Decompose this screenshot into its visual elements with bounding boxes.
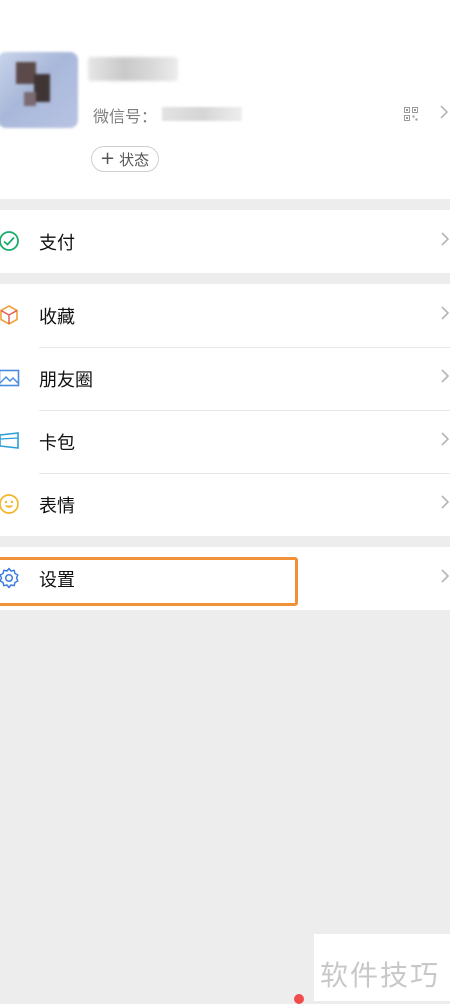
image-icon bbox=[0, 367, 20, 389]
profile-header[interactable]: 微信号： + 状态 bbox=[0, 0, 450, 199]
chevron-right-icon bbox=[441, 232, 449, 246]
smiley-icon bbox=[0, 493, 20, 515]
menu-item-cards[interactable]: 卡包 bbox=[0, 410, 450, 473]
chevron-right-icon bbox=[441, 432, 449, 446]
menu-item-moments[interactable]: 朋友圈 bbox=[0, 347, 450, 410]
chevron-right-icon bbox=[440, 104, 449, 123]
chevron-right-icon bbox=[441, 569, 449, 583]
watermark: 软件技巧 bbox=[314, 934, 450, 1001]
qr-code-icon[interactable] bbox=[404, 106, 418, 121]
menu-item-label: 卡包 bbox=[39, 433, 75, 454]
menu-item-stickers[interactable]: 表情 bbox=[0, 473, 450, 536]
menu-item-label: 表情 bbox=[39, 496, 75, 517]
plus-icon: + bbox=[100, 148, 116, 169]
cube-icon bbox=[0, 304, 20, 326]
avatar[interactable] bbox=[0, 52, 78, 128]
menu-item-favorites[interactable]: 收藏 bbox=[0, 284, 450, 347]
menu-group-main: 收藏 朋友圈 卡包 表情 bbox=[0, 284, 450, 536]
notification-dot bbox=[294, 994, 304, 1004]
nickname-blurred bbox=[88, 57, 178, 81]
chevron-right-icon bbox=[441, 369, 449, 383]
wechat-id-label: 微信号： bbox=[93, 107, 158, 126]
menu-item-label: 朋友圈 bbox=[39, 370, 93, 391]
menu-item-label: 支付 bbox=[39, 233, 75, 254]
wechat-id-blurred bbox=[162, 107, 242, 121]
menu-item-pay[interactable]: 支付 bbox=[0, 210, 450, 273]
chevron-right-icon bbox=[441, 495, 449, 509]
watermark-text: 软件技巧 bbox=[320, 959, 441, 992]
chevron-right-icon bbox=[441, 306, 449, 320]
wallet-check-icon bbox=[0, 230, 20, 252]
card-icon bbox=[0, 430, 20, 452]
menu-group-pay: 支付 bbox=[0, 210, 450, 273]
status-button-label: 状态 bbox=[119, 150, 150, 169]
menu-item-label: 收藏 bbox=[39, 307, 75, 328]
settings-highlight-annotation bbox=[0, 557, 298, 606]
add-status-button[interactable]: + 状态 bbox=[91, 146, 160, 172]
